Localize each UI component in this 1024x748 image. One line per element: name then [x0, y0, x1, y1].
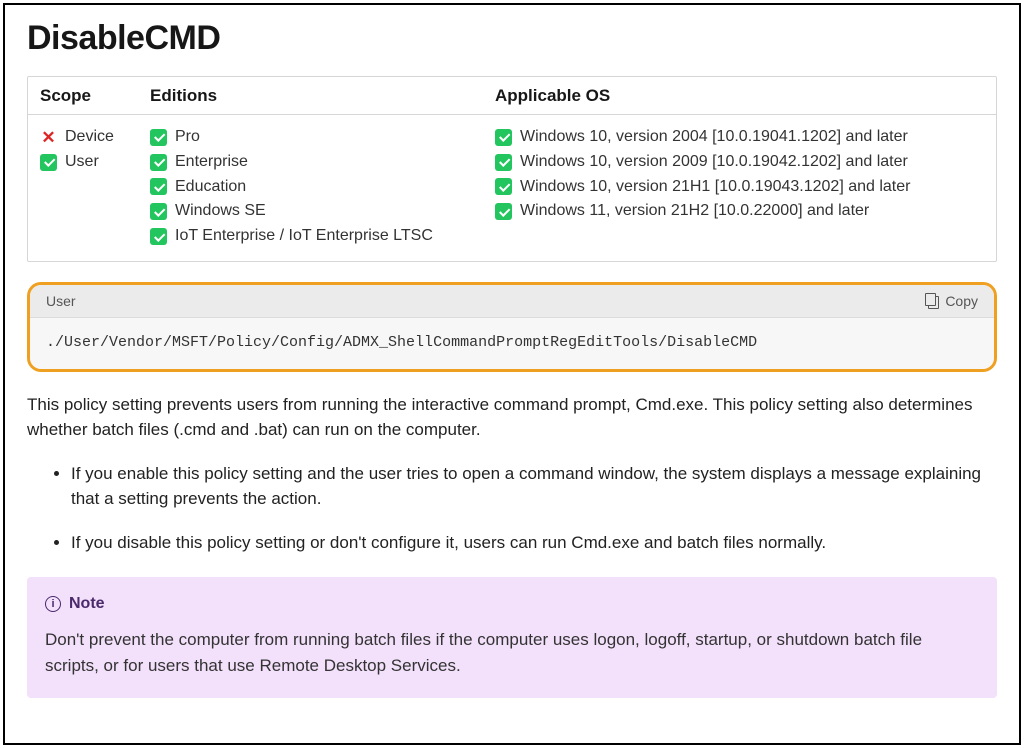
- note-callout: i Note Don't prevent the computer from r…: [27, 577, 997, 698]
- row-label: Pro: [175, 125, 200, 150]
- copy-label: Copy: [945, 293, 978, 309]
- code-block: User Copy ./User/Vendor/MSFT/Policy/Conf…: [27, 282, 997, 372]
- row-label: Windows 10, version 2009 [10.0.19042.120…: [520, 150, 908, 175]
- header-scope: Scope: [40, 86, 150, 106]
- note-title-text: Note: [69, 595, 105, 613]
- document-frame: DisableCMD Scope Editions Applicable OS …: [3, 3, 1021, 745]
- row-label: Device: [65, 125, 114, 150]
- x-icon: ✕: [40, 129, 57, 146]
- table-row: Enterprise: [150, 150, 495, 175]
- list-item: If you enable this policy setting and th…: [71, 461, 997, 512]
- row-label: IoT Enterprise / IoT Enterprise LTSC: [175, 224, 433, 249]
- table-row: Pro: [150, 125, 495, 150]
- policy-description: This policy setting prevents users from …: [27, 392, 997, 443]
- table-row: Education: [150, 175, 495, 200]
- header-editions: Editions: [150, 86, 495, 106]
- table-row: IoT Enterprise / IoT Enterprise LTSC: [150, 224, 495, 249]
- editions-column: ProEnterpriseEducationWindows SEIoT Ente…: [150, 125, 495, 249]
- table-header-row: Scope Editions Applicable OS: [28, 77, 996, 115]
- code-path: ./User/Vendor/MSFT/Policy/Config/ADMX_Sh…: [30, 318, 994, 369]
- check-icon: [150, 228, 167, 245]
- policy-bullet-list: If you enable this policy setting and th…: [27, 461, 997, 556]
- check-icon: [150, 154, 167, 171]
- table-row: User: [40, 150, 150, 175]
- check-icon: [150, 129, 167, 146]
- row-label: Windows 11, version 21H2 [10.0.22000] an…: [520, 199, 869, 224]
- check-icon: [495, 203, 512, 220]
- info-icon: i: [45, 596, 61, 612]
- code-header: User Copy: [30, 285, 994, 318]
- note-title: i Note: [45, 595, 979, 613]
- table-row: Windows 10, version 2004 [10.0.19041.120…: [495, 125, 984, 150]
- row-label: Windows SE: [175, 199, 266, 224]
- note-body: Don't prevent the computer from running …: [45, 627, 979, 678]
- check-icon: [150, 203, 167, 220]
- applicability-table: Scope Editions Applicable OS ✕ DeviceUser…: [27, 76, 997, 262]
- table-row: Windows 10, version 2009 [10.0.19042.120…: [495, 150, 984, 175]
- table-body-row: ✕DeviceUser ProEnterpriseEducationWindow…: [28, 115, 996, 261]
- row-label: Windows 10, version 2004 [10.0.19041.120…: [520, 125, 908, 150]
- copy-icon: [925, 294, 939, 308]
- row-label: Education: [175, 175, 246, 200]
- check-icon: [495, 154, 512, 171]
- list-item: If you disable this policy setting or do…: [71, 530, 997, 556]
- check-icon: [495, 178, 512, 195]
- scope-column: ✕ DeviceUser: [40, 125, 150, 249]
- check-icon: [150, 178, 167, 195]
- code-scope-label: User: [46, 293, 76, 309]
- page-title: DisableCMD: [27, 19, 997, 58]
- table-row: Windows SE: [150, 199, 495, 224]
- header-os: Applicable OS: [495, 86, 984, 106]
- os-column: Windows 10, version 2004 [10.0.19041.120…: [495, 125, 984, 249]
- table-row: Windows 11, version 21H2 [10.0.22000] an…: [495, 199, 984, 224]
- check-icon: [495, 129, 512, 146]
- row-label: User: [65, 150, 99, 175]
- row-label: Enterprise: [175, 150, 248, 175]
- row-label: Windows 10, version 21H1 [10.0.19043.120…: [520, 175, 910, 200]
- table-row: Windows 10, version 21H1 [10.0.19043.120…: [495, 175, 984, 200]
- table-row: ✕ Device: [40, 125, 150, 150]
- check-icon: [40, 154, 57, 171]
- copy-button[interactable]: Copy: [925, 293, 978, 309]
